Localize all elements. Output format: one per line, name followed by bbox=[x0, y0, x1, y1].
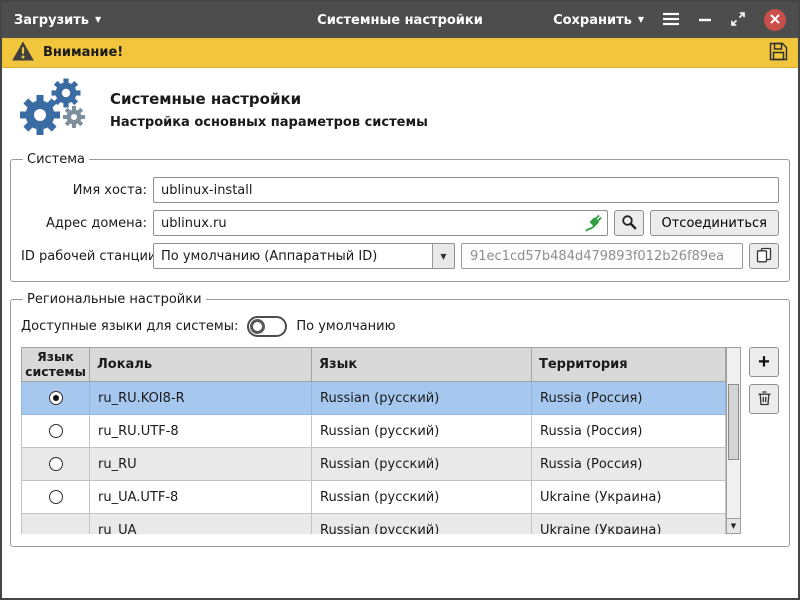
locale-table-row[interactable]: ru_RU.KOI8-R Russian (русский) Russia (Р… bbox=[22, 382, 726, 415]
cell-language[interactable]: Russian (русский) bbox=[312, 415, 532, 448]
copy-id-button[interactable] bbox=[749, 243, 779, 269]
titlebar: Загрузить ▼ Системные настройки Сохранит… bbox=[2, 2, 798, 38]
dropdown-arrow-icon[interactable]: ▼ bbox=[432, 244, 454, 268]
cell-locale[interactable]: ru_RU.UTF-8 bbox=[90, 415, 312, 448]
plus-icon: + bbox=[758, 352, 770, 372]
close-button[interactable] bbox=[764, 9, 786, 31]
copy-icon bbox=[756, 247, 772, 266]
menu-button[interactable] bbox=[662, 12, 680, 29]
hostname-input[interactable] bbox=[153, 177, 779, 203]
cell-locale[interactable]: ru_UA bbox=[90, 514, 312, 535]
cell-locale[interactable]: ru_RU.KOI8-R bbox=[90, 382, 312, 415]
regional-group: Региональные настройки Доступные языки д… bbox=[10, 292, 790, 547]
available-languages-label: Доступные языки для системы: bbox=[21, 319, 238, 334]
warning-text: Внимание! bbox=[43, 45, 123, 60]
cell-language[interactable]: Russian (русский) bbox=[312, 382, 532, 415]
page-title: Системные настройки bbox=[110, 90, 428, 108]
scroll-down-button[interactable]: ▼ bbox=[727, 518, 740, 533]
scrollbar-down-icon: ▼ bbox=[731, 522, 736, 530]
trash-icon bbox=[757, 390, 772, 409]
system-language-cell[interactable] bbox=[22, 415, 90, 448]
system-language-cell[interactable] bbox=[22, 382, 90, 415]
locale-table-body: ru_RU.KOI8-R Russian (русский) Russia (Р… bbox=[22, 382, 726, 535]
system-settings-window: Загрузить ▼ Системные настройки Сохранит… bbox=[0, 0, 800, 600]
disconnect-button[interactable]: Отсоединиться bbox=[650, 210, 780, 236]
cell-language[interactable]: Russian (русский) bbox=[312, 481, 532, 514]
gears-icon bbox=[16, 77, 92, 143]
cell-territory[interactable]: Russia (Россия) bbox=[532, 415, 726, 448]
domain-label: Адрес домена: bbox=[21, 216, 147, 231]
col-system-language: Язык системы bbox=[22, 348, 90, 382]
delete-locale-button[interactable] bbox=[749, 384, 779, 414]
system-language-cell[interactable] bbox=[22, 448, 90, 481]
save-caret-icon: ▼ bbox=[638, 16, 644, 24]
col-locale: Локаль bbox=[90, 348, 312, 382]
minimize-button[interactable] bbox=[698, 12, 712, 29]
cell-locale[interactable]: ru_RU bbox=[90, 448, 312, 481]
cell-territory[interactable]: Ukraine (Украина) bbox=[532, 514, 726, 535]
system-group-legend: Система bbox=[23, 152, 89, 167]
save-file-icon bbox=[768, 41, 789, 65]
domain-input[interactable] bbox=[153, 210, 608, 236]
system-language-radio[interactable] bbox=[49, 457, 63, 471]
minimize-icon bbox=[698, 12, 712, 29]
hostname-label: Имя хоста: bbox=[21, 183, 147, 198]
maximize-button[interactable] bbox=[730, 11, 746, 30]
maximize-icon bbox=[730, 11, 746, 30]
col-territory: Территория bbox=[532, 348, 726, 382]
table-vscrollbar[interactable]: ▼ bbox=[726, 347, 741, 534]
save-button-label: Сохранить bbox=[553, 13, 632, 28]
empty-area bbox=[2, 554, 798, 598]
hamburger-icon bbox=[662, 12, 680, 29]
load-button-label: Загрузить bbox=[14, 13, 89, 28]
close-icon bbox=[769, 13, 781, 28]
station-id-selected-option: По умолчанию (Аппаратный ID) bbox=[154, 249, 432, 264]
locale-table-row[interactable]: ru_RU Russian (русский) Russia (Россия) bbox=[22, 448, 726, 481]
save-button[interactable]: Сохранить ▼ bbox=[553, 13, 644, 28]
warning-triangle-icon bbox=[11, 40, 35, 66]
station-id-label: ID рабочей станции: bbox=[21, 249, 147, 264]
system-language-cell[interactable] bbox=[22, 481, 90, 514]
warning-bar: Внимание! bbox=[2, 38, 798, 68]
search-icon bbox=[621, 214, 637, 233]
page-subtitle: Настройка основных параметров системы bbox=[110, 115, 428, 130]
system-language-cell[interactable] bbox=[22, 514, 90, 535]
quick-save-button[interactable] bbox=[768, 41, 789, 65]
domain-search-button[interactable] bbox=[614, 210, 644, 236]
load-caret-icon: ▼ bbox=[95, 16, 101, 24]
cell-territory[interactable]: Ukraine (Украина) bbox=[532, 481, 726, 514]
plug-connected-icon bbox=[585, 214, 603, 236]
locale-table-row[interactable]: ru_UA.UTF-8 Russian (русский) Ukraine (У… bbox=[22, 481, 726, 514]
hardware-id-field[interactable]: 91ec1cd57b484d479893f012b26f89ea bbox=[461, 243, 743, 269]
system-language-radio[interactable] bbox=[49, 391, 63, 405]
locale-table: Язык системы Локаль Язык Территория ru_R… bbox=[21, 347, 726, 534]
col-language: Язык bbox=[312, 348, 532, 382]
locale-table-row[interactable]: ru_RU.UTF-8 Russian (русский) Russia (Ро… bbox=[22, 415, 726, 448]
cell-language[interactable]: Russian (русский) bbox=[312, 448, 532, 481]
cell-territory[interactable]: Russia (Россия) bbox=[532, 448, 726, 481]
cell-locale[interactable]: ru_UA.UTF-8 bbox=[90, 481, 312, 514]
page-header: Системные настройки Настройка основных п… bbox=[2, 68, 798, 149]
station-id-select[interactable]: По умолчанию (Аппаратный ID) ▼ bbox=[153, 243, 455, 269]
locale-table-row[interactable]: ru_UA Russian (русский) Ukraine (Украина… bbox=[22, 514, 726, 535]
cell-language[interactable]: Russian (русский) bbox=[312, 514, 532, 535]
system-language-radio[interactable] bbox=[49, 490, 63, 504]
regional-group-legend: Региональные настройки bbox=[23, 292, 206, 307]
system-group: Система Имя хоста: Адрес домена: bbox=[10, 152, 790, 282]
default-language-toggle[interactable] bbox=[247, 316, 287, 337]
add-locale-button[interactable]: + bbox=[749, 347, 779, 377]
system-language-radio[interactable] bbox=[49, 424, 63, 438]
toggle-knob-icon bbox=[250, 319, 265, 334]
default-label: По умолчанию bbox=[296, 319, 395, 334]
load-button[interactable]: Загрузить ▼ bbox=[14, 13, 101, 28]
scrollbar-thumb[interactable] bbox=[728, 384, 739, 460]
locale-table-viewport: Язык системы Локаль Язык Территория ru_R… bbox=[21, 347, 726, 534]
locale-table-header-row: Язык системы Локаль Язык Территория bbox=[22, 348, 726, 382]
cell-territory[interactable]: Russia (Россия) bbox=[532, 382, 726, 415]
